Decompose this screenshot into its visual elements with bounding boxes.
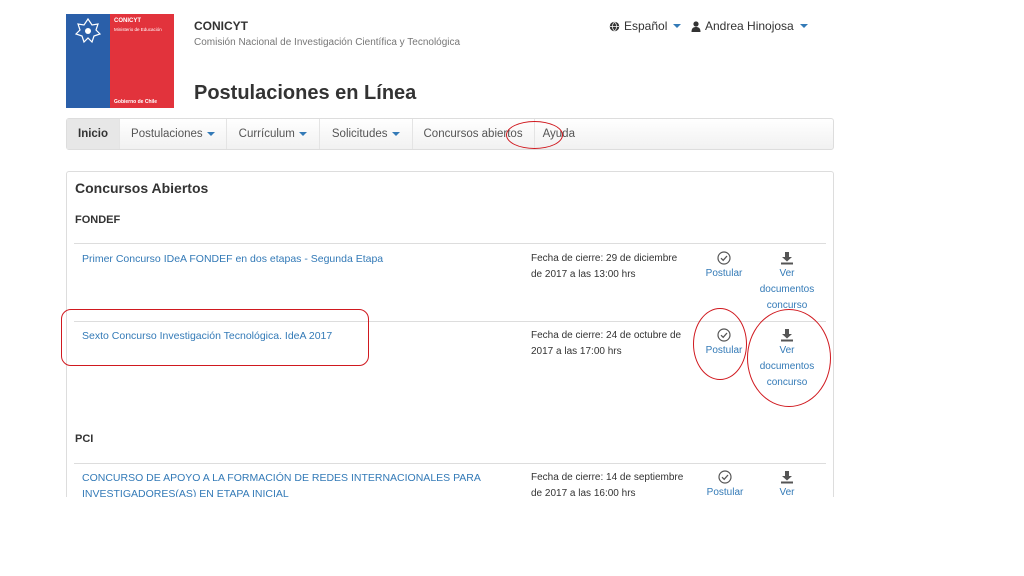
- deadline-line: de 2017 a las 13:00 hrs: [531, 269, 636, 280]
- language-label: Español: [624, 19, 668, 33]
- section-fondef: FONDEF: [75, 214, 121, 226]
- annotation-circle-ayuda: [506, 121, 563, 149]
- nav-solicitudes[interactable]: Solicitudes: [320, 119, 413, 149]
- logo-brand: CONICYT: [114, 18, 141, 24]
- screenshot-crop-area: [0, 497, 1024, 576]
- contest-title-line: CONCURSO DE APOYO A LA FORMACIÓN DE REDE…: [82, 472, 481, 484]
- language-dropdown[interactable]: Español: [609, 19, 682, 33]
- annotation-rect-contest: [61, 309, 369, 366]
- chevron-down-icon: [799, 24, 808, 28]
- chevron-down-icon: [673, 24, 682, 28]
- contest-link[interactable]: Primer Concurso IDeA FONDEF en dos etapa…: [82, 251, 502, 267]
- deadline-text: Fecha de cierre: 24 de octubre de 2017 a…: [531, 328, 693, 360]
- row-divider: [74, 243, 826, 244]
- check-circle-icon: [717, 251, 731, 265]
- nav-postulaciones-label: Postulaciones: [131, 128, 203, 140]
- conicyt-logo[interactable]: CONICYT Ministerio de Educación Gobierno…: [66, 14, 174, 108]
- docs-label-line: Ver: [779, 268, 795, 279]
- view-documents-button[interactable]: Ver documentos concurso: [757, 251, 817, 314]
- deadline-text: Fecha de cierre: 29 de diciembre de 2017…: [531, 251, 693, 283]
- logo-red-block: CONICYT Ministerio de Educación Gobierno…: [110, 14, 174, 108]
- apply-button[interactable]: Postular: [694, 251, 754, 282]
- download-icon: [781, 471, 793, 484]
- org-name: CONICYT: [194, 19, 248, 33]
- panel-title: Concursos Abiertos: [75, 180, 209, 196]
- page-title: Postulaciones en Línea: [194, 82, 417, 104]
- deadline-line: Fecha de cierre: 14 de septiembre: [531, 472, 684, 483]
- chevron-down-icon: [391, 132, 400, 136]
- globe-icon: [609, 21, 620, 31]
- logo-government: Gobierno de Chile: [114, 99, 158, 105]
- nav-inicio[interactable]: Inicio: [67, 119, 121, 149]
- nav-solicitudes-label: Solicitudes: [331, 128, 388, 140]
- user-icon: [691, 20, 701, 32]
- deadline-line: Fecha de cierre: 24 de octubre de: [531, 330, 682, 341]
- chevron-down-icon: [298, 132, 307, 136]
- annotation-circle-documents: [747, 309, 831, 407]
- deadline-line: Fecha de cierre: 29 de diciembre: [531, 253, 678, 264]
- main-navbar: Inicio Postulaciones Currículum Solicitu…: [66, 118, 834, 150]
- row-divider: [74, 463, 826, 464]
- check-circle-icon: [718, 470, 732, 484]
- annotation-circle-apply: [693, 308, 747, 380]
- nav-postulaciones[interactable]: Postulaciones: [120, 119, 227, 149]
- deadline-line: 2017 a las 17:00 hrs: [531, 346, 622, 357]
- docs-label-line: documentos: [759, 284, 815, 295]
- user-menu[interactable]: Andrea Hinojosa: [691, 19, 808, 33]
- logo-blue-block: [66, 14, 110, 108]
- nav-inicio-label: Inicio: [78, 128, 109, 140]
- apply-label: Postular: [705, 268, 743, 279]
- section-pci: PCI: [75, 433, 94, 445]
- user-name: Andrea Hinojosa: [705, 19, 794, 33]
- download-icon: [781, 252, 793, 265]
- org-full-name: Comisión Nacional de Investigación Cient…: [194, 37, 461, 48]
- chevron-down-icon: [206, 132, 215, 136]
- chile-crest-icon: [74, 17, 102, 44]
- nav-curriculum-label: Currículum: [238, 128, 295, 140]
- nav-curriculum[interactable]: Currículum: [227, 119, 320, 149]
- logo-ministry: Ministerio de Educación: [114, 27, 162, 32]
